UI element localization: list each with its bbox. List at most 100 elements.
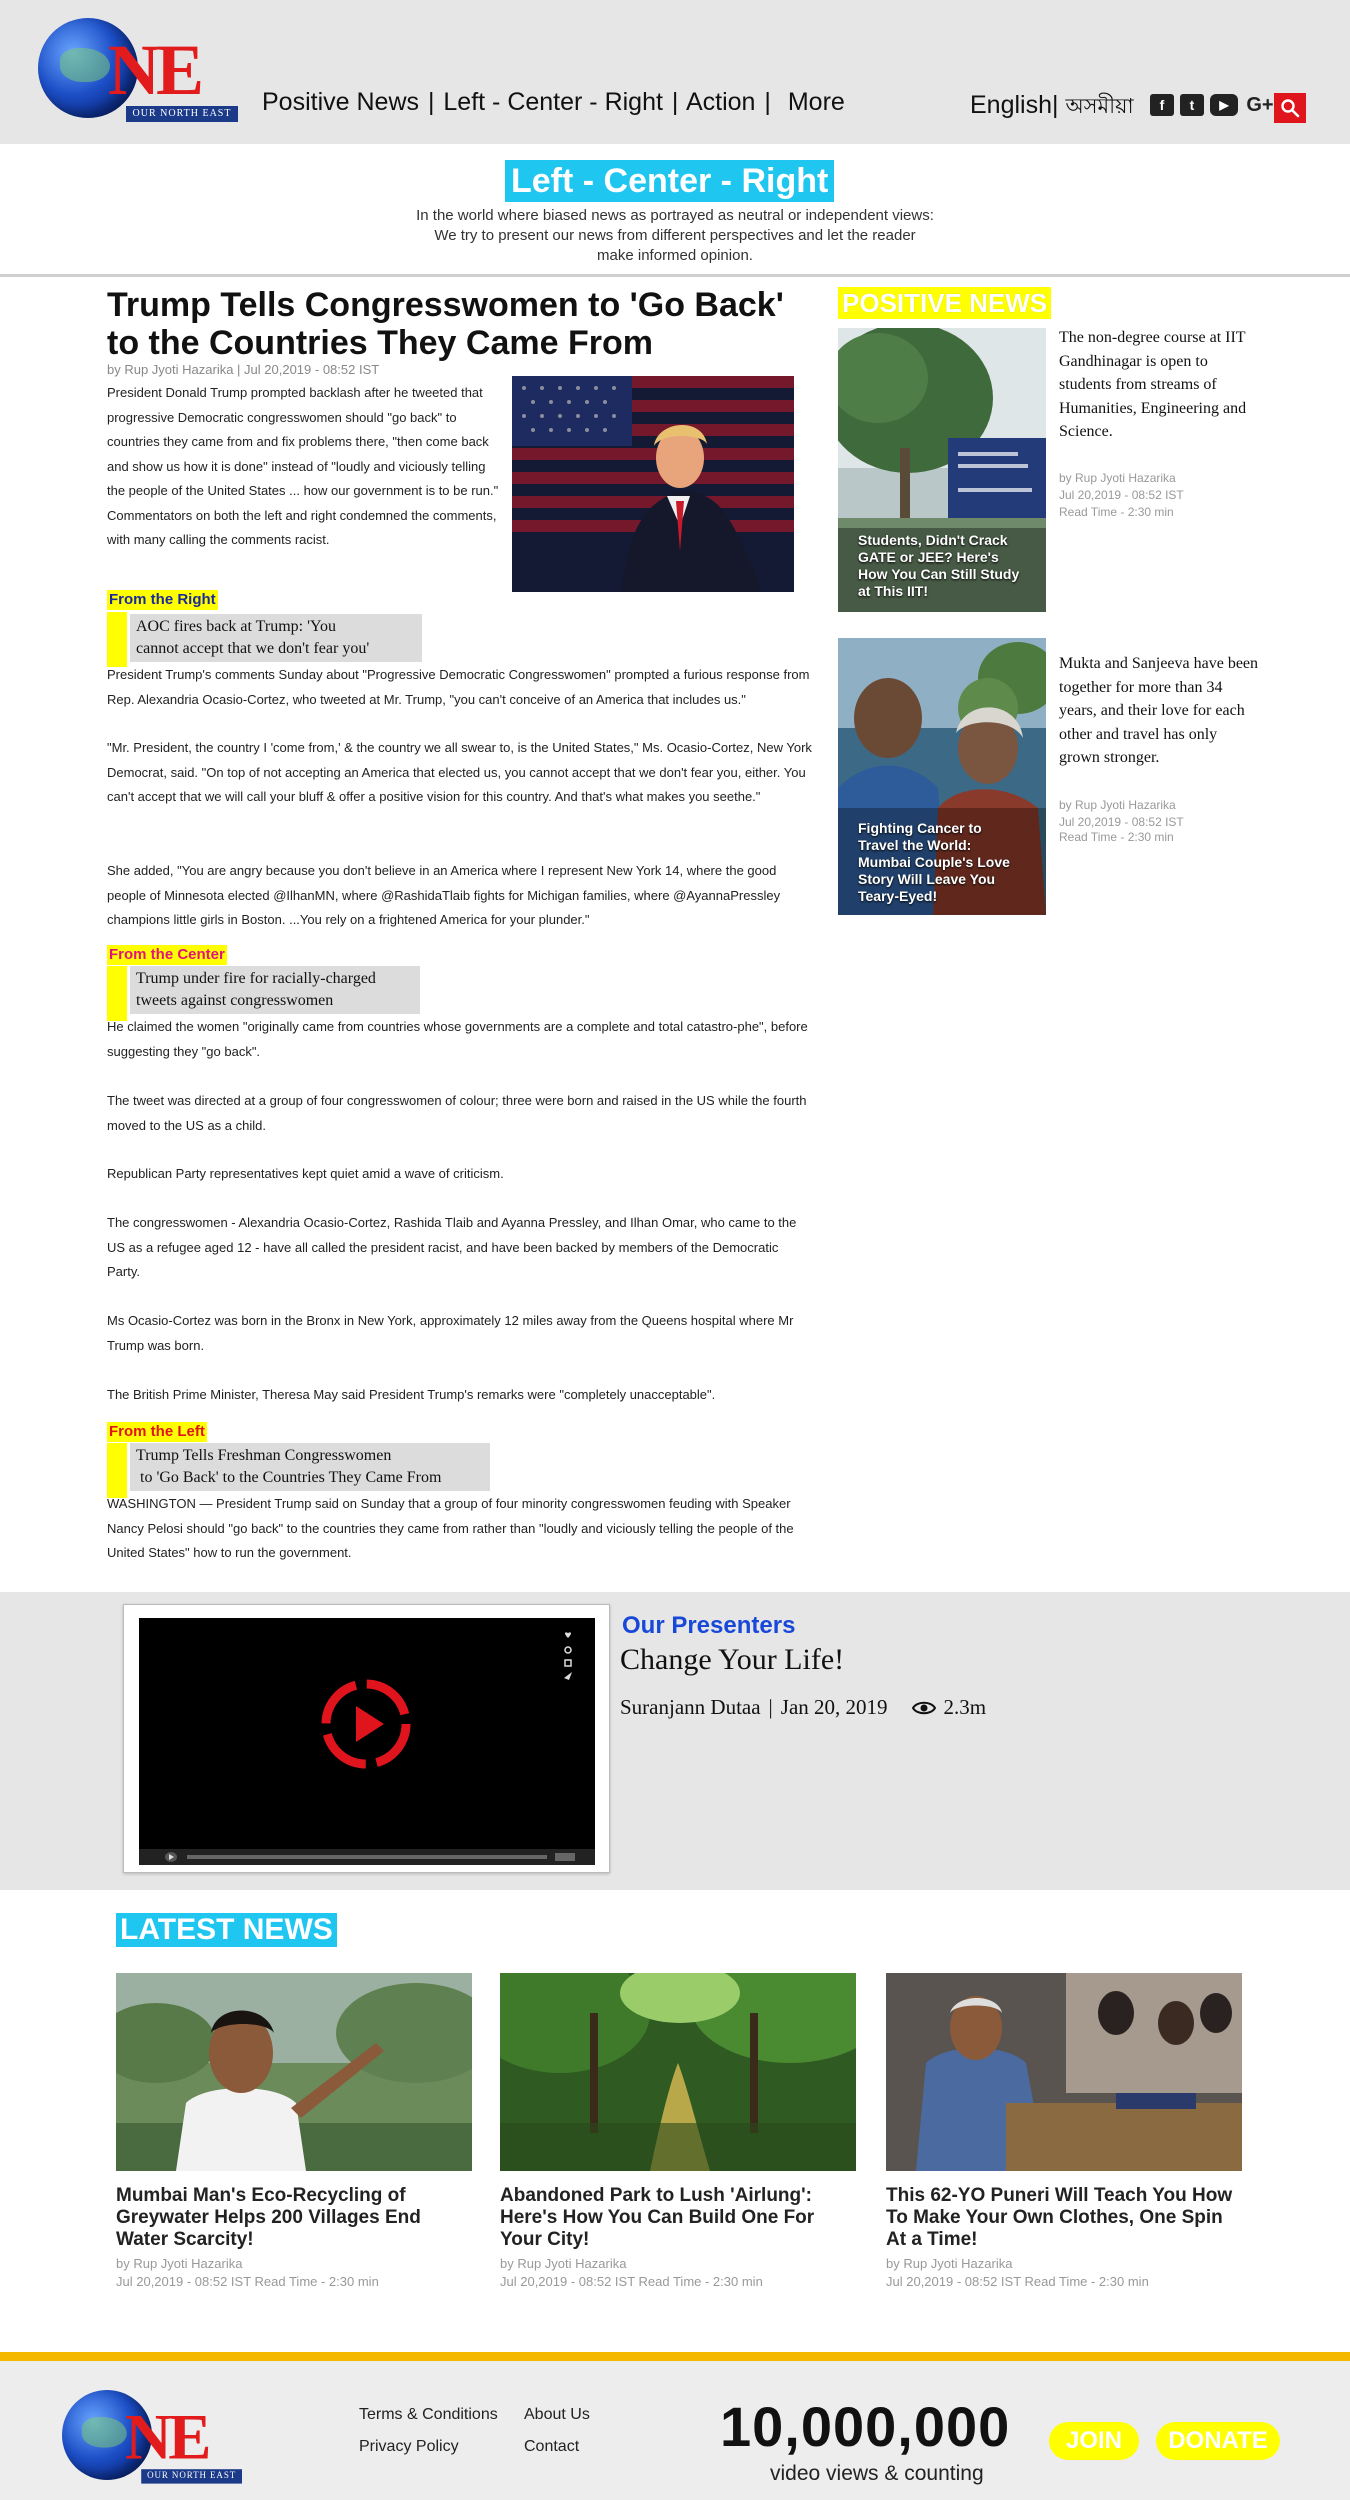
logo-text: NE (125, 2400, 211, 2473)
article-photo (512, 376, 794, 592)
youtube-icon[interactable]: ▶ (1210, 94, 1238, 116)
nav-more[interactable]: More (788, 88, 845, 116)
search-button[interactable] (1274, 93, 1306, 123)
play-icon[interactable] (316, 1674, 416, 1774)
google-plus-icon[interactable]: G+ (1244, 94, 1276, 116)
news-card-meta: Jul 20,2019 - 08:52 IST Read Time - 2:30… (500, 2274, 763, 2289)
quote-line: to 'Go Back' to the Countries They Came … (140, 1469, 442, 1486)
latest-news-label[interactable]: LATEST NEWS (116, 1913, 337, 1947)
facebook-icon[interactable]: f (1150, 94, 1174, 116)
logo-tagline: OUR NORTH EAST (141, 2469, 242, 2484)
lang-english[interactable]: English (970, 91, 1052, 119)
center-paragraph: The congresswomen - Alexandria Ocasio-Co… (107, 1215, 797, 1279)
presenters-title: Our Presenters (622, 1612, 796, 1639)
quote-from-the-right: AOC fires back at Trump: 'You cannot acc… (130, 614, 422, 662)
presenter-name[interactable]: Suranjann Dutaa (620, 1695, 761, 1720)
video-progress-track[interactable] (187, 1855, 547, 1859)
presenters-subtitle[interactable]: Change Your Life! (620, 1643, 844, 1677)
nav-action[interactable]: Action (686, 88, 755, 116)
search-icon (1281, 99, 1300, 118)
spinning-wheel-photo (886, 1973, 1242, 2171)
quote-accent-bar (107, 612, 127, 667)
side-card-read-time: Read Time - 2:30 min (1059, 505, 1174, 519)
footer-divider (0, 2352, 1350, 2361)
news-card[interactable]: Mumbai Man's Eco-Recycling of Greywater … (116, 1973, 472, 2291)
news-card-image (886, 1973, 1242, 2171)
site-header: NE OUR NORTH EAST Positive News | Left -… (0, 0, 1350, 144)
article-image (512, 376, 794, 592)
quote-from-the-left: Trump Tells Freshman Congresswomen to 'G… (130, 1443, 490, 1491)
label-from-the-center: From the Center (107, 945, 227, 965)
news-card-author: by Rup Jyoti Hazarika (886, 2256, 1013, 2271)
side-card-image[interactable]: Students, Didn't Crack GATE or JEE? Here… (838, 328, 1046, 612)
news-card-title[interactable]: Mumbai Man's Eco-Recycling of Greywater … (116, 2185, 472, 2251)
side-card-date: Jul 20,2019 - 08:52 IST (1059, 815, 1184, 829)
quote-from-the-center: Trump under fire for racially-charged tw… (130, 966, 420, 1014)
donate-button[interactable]: DONATE (1156, 2422, 1280, 2460)
side-card-text[interactable]: The non-degree course at IIT Gandhinagar… (1059, 326, 1259, 444)
footer-logo[interactable]: NE OUR NORTH EAST (62, 2390, 251, 2489)
right-paragraph: President Trump's comments Sunday about … (107, 667, 810, 707)
label-from-the-right: From the Right (107, 590, 218, 610)
layers-icon (564, 1659, 572, 1667)
nav-left-center-right[interactable]: Left - Center - Right (443, 88, 663, 116)
footer-link-contact[interactable]: Contact (524, 2438, 579, 2456)
eye-icon (911, 1701, 936, 1714)
join-button[interactable]: JOIN (1049, 2422, 1139, 2460)
page: NE OUR NORTH EAST Positive News | Left -… (0, 0, 1350, 2500)
news-card-meta: Jul 20,2019 - 08:52 IST Read Time - 2:30… (886, 2274, 1149, 2289)
center-paragraph: The British Prime Minister, Theresa May … (107, 1387, 716, 1402)
quote-line: AOC fires back at Trump: 'You (136, 618, 336, 635)
news-card[interactable]: Abandoned Park to Lush 'Airlung': Here's… (500, 1973, 856, 2291)
quote-line: cannot accept that we don't fear you' (136, 640, 370, 657)
lang-assamese[interactable]: অসমীয়া (1065, 94, 1133, 118)
news-card-title[interactable]: Abandoned Park to Lush 'Airlung': Here's… (500, 2185, 856, 2251)
lang-separator: | (1052, 91, 1059, 119)
logo-text: NE (108, 30, 204, 110)
article-intro: President Donald Trump prompted backlash… (107, 385, 499, 547)
view-counter: 10,000,000 (720, 2395, 1011, 2458)
section-description: In the world where biased news as portra… (416, 207, 934, 264)
nav-positive-news[interactable]: Positive News (262, 88, 419, 116)
divider (0, 274, 1350, 277)
footer-link-privacy[interactable]: Privacy Policy (359, 2438, 459, 2456)
twitter-icon[interactable]: t (1180, 94, 1204, 116)
label-from-the-left: From the Left (107, 1422, 207, 1442)
news-card[interactable]: This 62-YO Puneri Will Teach You How To … (886, 1973, 1242, 2291)
side-card-read-time: Read Time - 2:30 min (1059, 830, 1174, 844)
article-title[interactable]: Trump Tells Congresswomen to 'Go Back' t… (107, 286, 797, 362)
video-player[interactable] (123, 1604, 610, 1873)
small-play-icon[interactable] (165, 1852, 177, 1862)
presenter-meta: Suranjann Dutaa | Jan 20, 2019 2.3m (620, 1695, 986, 1720)
news-card-image (500, 1973, 856, 2171)
news-card-author: by Rup Jyoti Hazarika (500, 2256, 627, 2271)
video-controls (139, 1849, 595, 1865)
video-side-icons (564, 1632, 572, 1680)
news-card-image (116, 1973, 472, 2171)
language-switcher: English| অসমীয়া (970, 90, 1134, 125)
quote-line: Trump Tells Freshman Congresswomen (136, 1447, 392, 1464)
side-card-caption: Fighting Cancer to Travel the World: Mum… (858, 820, 1010, 904)
side-card-text[interactable]: Mukta and Sanjeeva have been together fo… (1059, 652, 1259, 770)
nav-separator: | (671, 88, 679, 116)
park-photo (500, 1973, 856, 2171)
center-paragraph: He claimed the women "originally came fr… (107, 1019, 808, 1059)
side-card-image[interactable]: Fighting Cancer to Travel the World: Mum… (838, 638, 1046, 915)
volume-icon[interactable] (555, 1853, 575, 1861)
center-paragraph: Republican Party representatives kept qu… (107, 1166, 504, 1181)
footer-link-terms[interactable]: Terms & Conditions (359, 2406, 498, 2424)
meta-separator: | (768, 1695, 773, 1719)
left-paragraph: WASHINGTON — President Trump said on Sun… (107, 1496, 794, 1560)
section-title: Left - Center - Right (505, 160, 835, 202)
nav-separator: | (427, 88, 435, 116)
news-card-title[interactable]: This 62-YO Puneri Will Teach You How To … (886, 2185, 1242, 2251)
site-logo[interactable]: NE OUR NORTH EAST (38, 18, 248, 128)
video-screen[interactable] (139, 1618, 595, 1865)
view-count: 2.3m (943, 1695, 987, 1719)
quote-line: tweets against congresswomen (136, 992, 334, 1009)
footer-link-about[interactable]: About Us (524, 2406, 590, 2424)
positive-news-label[interactable]: POSITIVE NEWS (838, 287, 1052, 319)
nav-separator: | (764, 88, 771, 116)
quote-accent-bar (107, 1443, 127, 1498)
right-paragraph: "Mr. President, the country I 'come from… (107, 740, 812, 804)
